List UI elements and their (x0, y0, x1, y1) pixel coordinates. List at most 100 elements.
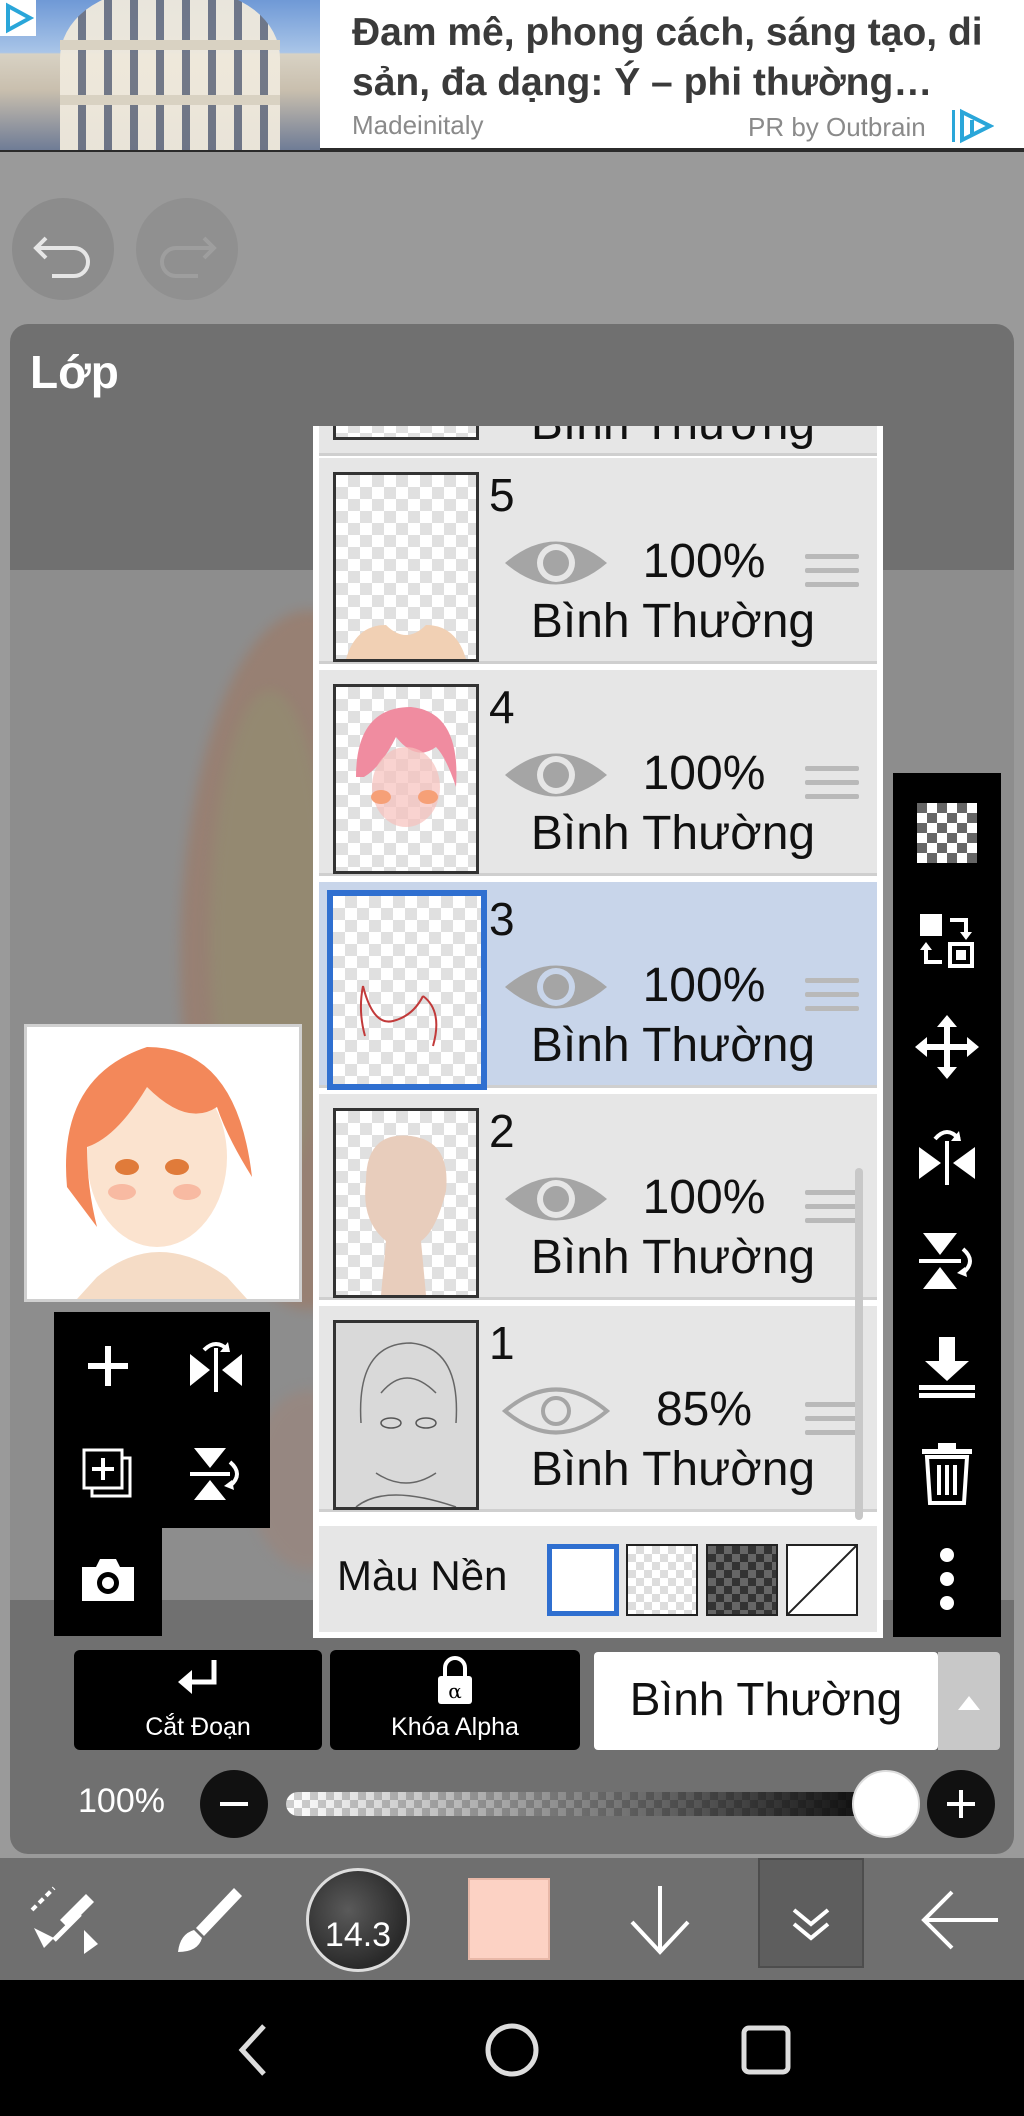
outbrain-icon[interactable] (950, 106, 994, 146)
brush-tool-button[interactable] (158, 1870, 258, 1970)
brush-size-value: 14.3 (324, 1916, 392, 1954)
expand-menu-button[interactable] (758, 1858, 864, 1968)
selection-tool-button[interactable] (14, 1870, 114, 1970)
ad-sponsor-label[interactable]: PR by Outbrain (748, 112, 926, 143)
eye-icon[interactable] (501, 528, 611, 598)
flip-horizontal-icon (190, 1342, 242, 1392)
layer-row-5[interactable]: 5 100% Bình Thường (319, 458, 877, 664)
nav-back-button[interactable] (214, 2010, 294, 2090)
transform-tool-icon (30, 1886, 98, 1954)
nav-home-button[interactable] (472, 2010, 552, 2090)
background-color-label: Màu Nền (337, 1552, 508, 1599)
drag-handle-icon[interactable] (805, 1402, 859, 1442)
clipping-label: Cắt Đoạn (145, 1713, 251, 1741)
eye-icon[interactable] (501, 1164, 611, 1234)
undo-icon (33, 236, 90, 278)
move-icon (915, 1015, 979, 1079)
eye-icon[interactable] (501, 1376, 611, 1446)
layer-list-scrollbar[interactable] (855, 1168, 863, 1520)
current-color-swatch[interactable] (468, 1878, 550, 1960)
clipping-arrow-icon (178, 1660, 217, 1694)
alpha-lock-button[interactable]: α Khóa Alpha (330, 1650, 580, 1750)
blend-mode-dropdown-button[interactable] (938, 1652, 1000, 1750)
blend-mode-value: Bình Thường (629, 1673, 903, 1725)
transparency-button[interactable] (893, 783, 1001, 883)
bg-swatch-transparent[interactable] (626, 1544, 698, 1616)
back-button[interactable] (910, 1870, 1010, 1970)
layer-number: 5 (489, 469, 515, 521)
ad-image[interactable] (0, 0, 320, 150)
merge-down-button[interactable] (893, 1317, 1001, 1417)
opacity-slider[interactable] (286, 1792, 906, 1816)
preview-artwork (66, 1047, 252, 1299)
layer-opacity: 100% (642, 1171, 766, 1224)
layer-blend-mode: Bình Thường (530, 595, 816, 648)
plus-icon (88, 1346, 128, 1386)
duplicate-layer-button[interactable] (58, 1424, 158, 1524)
duplicate-layer-icon (82, 1448, 132, 1498)
more-options-button[interactable] (893, 1529, 1001, 1629)
right-tool-panel (893, 773, 1001, 1637)
eye-icon[interactable] (501, 740, 611, 810)
add-layer-button[interactable] (58, 1316, 158, 1416)
layer-number: 3 (489, 893, 515, 945)
left-tool-panel (54, 1312, 270, 1528)
ad-title[interactable]: Đam mê, phong cách, sáng tạo, di sản, đa… (352, 8, 1012, 108)
opacity-slider-thumb[interactable] (852, 1770, 920, 1838)
bg-swatch-dark-checker[interactable] (706, 1544, 778, 1616)
flip-vertical-button[interactable] (893, 1211, 1001, 1311)
flip-horizontal-button[interactable] (166, 1316, 266, 1416)
more-vertical-icon (940, 1548, 954, 1610)
layer-blend-mode: Bình Thường (530, 1443, 816, 1496)
layer-row-3[interactable]: 3 100% Bình Thường (319, 882, 877, 1090)
layer-row-partial[interactable]: Bình Thường (319, 426, 877, 456)
nav-recents-button[interactable] (726, 2010, 806, 2090)
layer-exchange-button[interactable] (893, 891, 1001, 991)
opacity-increase-button[interactable] (927, 1770, 995, 1838)
undo-button[interactable] (12, 198, 114, 300)
drag-handle-icon[interactable] (805, 766, 859, 806)
layer-thumbnail (327, 890, 487, 1090)
trash-icon (922, 1443, 972, 1505)
redo-button[interactable] (136, 198, 238, 300)
layer-row-2[interactable]: 2 100% Bình Thường (319, 1094, 877, 1300)
layer-down-button[interactable] (610, 1870, 710, 1970)
nav-recents-icon (741, 2025, 791, 2075)
drag-handle-icon[interactable] (805, 554, 859, 594)
layer-opacity: 100% (642, 959, 766, 1012)
layer-opacity: 85% (655, 1383, 753, 1436)
left-tool-panel-ext (54, 1526, 162, 1636)
ad-info-icon[interactable] (0, 0, 36, 36)
flip-vertical-icon (919, 1233, 972, 1289)
layer-panel-title: Lớp (30, 346, 119, 398)
layer-row-4[interactable]: 4 100% Bình Thường (319, 670, 877, 876)
layer-blend-mode: Bình Thường (530, 1231, 816, 1284)
layer-row-1[interactable]: 1 85% Bình Thường (319, 1306, 877, 1512)
layer-thumbnail (333, 472, 479, 662)
arrow-down-icon (630, 1886, 690, 1955)
drag-handle-icon[interactable] (805, 1190, 859, 1230)
alpha-lock-label: Khóa Alpha (391, 1713, 519, 1741)
svg-text:α: α (448, 1679, 462, 1703)
exchange-icon (920, 914, 974, 968)
layer-blend-mode: Bình Thường (483, 426, 863, 451)
layer-number: 1 (489, 1317, 515, 1369)
bg-swatch-white[interactable] (547, 1544, 619, 1616)
flip-vertical-button[interactable] (166, 1424, 266, 1524)
move-button[interactable] (893, 997, 1001, 1097)
clipping-button[interactable]: Cắt Đoạn (74, 1650, 322, 1750)
triangle-up-icon (958, 1696, 980, 1710)
flip-vertical-icon (190, 1448, 239, 1500)
layer-blend-mode: Bình Thường (530, 1019, 816, 1072)
ad-source: Madeinitaly (352, 110, 484, 140)
flip-horizontal-button[interactable] (893, 1105, 1001, 1205)
bg-swatch-none[interactable] (786, 1544, 858, 1616)
opacity-decrease-button[interactable] (200, 1770, 268, 1838)
layer-thumbnail (333, 426, 479, 440)
drag-handle-icon[interactable] (805, 978, 859, 1018)
delete-layer-button[interactable] (893, 1423, 1001, 1523)
eye-icon[interactable] (501, 952, 611, 1022)
canvas-preview[interactable] (24, 1024, 302, 1302)
layer-list[interactable]: Bình Thường 5 100% Bình Thường 4 100% (313, 426, 883, 1638)
camera-button[interactable] (58, 1530, 158, 1630)
